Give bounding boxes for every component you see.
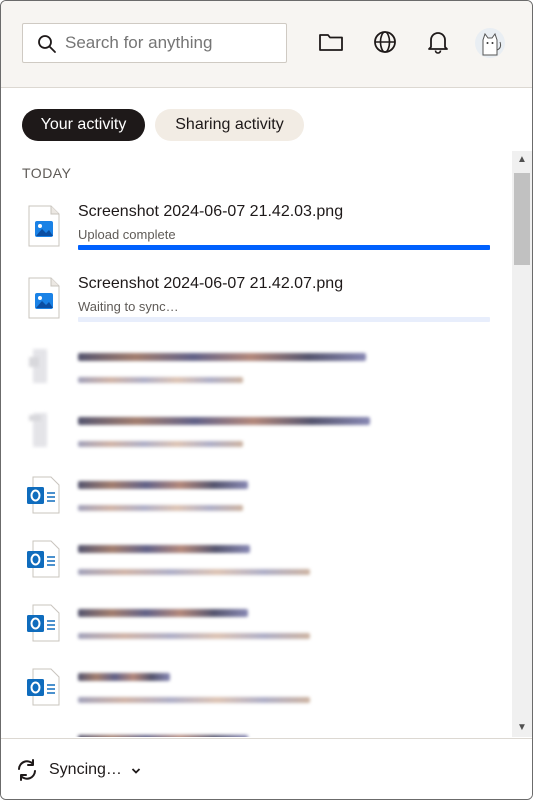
search-box[interactable] — [22, 23, 287, 63]
redacted-file-status — [78, 377, 243, 383]
folder-button[interactable] — [318, 29, 346, 57]
redacted-file-name — [78, 353, 366, 361]
header — [1, 1, 532, 88]
scroll-thumb[interactable] — [514, 173, 530, 265]
redacted-file-name — [78, 735, 248, 737]
list-item[interactable] — [1, 659, 511, 721]
search-icon — [38, 35, 56, 53]
scroll-down-arrow-icon[interactable]: ▼ — [512, 719, 532, 737]
list-item[interactable]: Screenshot 2024-06-07 21.42.07.png Waiti… — [1, 271, 511, 333]
sync-status-button[interactable]: Syncing… — [49, 761, 122, 779]
activity-list: Screenshot 2024-06-07 21.42.03.png Uploa… — [1, 191, 511, 737]
globe-icon — [374, 31, 396, 53]
file-icon — [27, 345, 61, 387]
chevron-down-icon[interactable] — [131, 766, 141, 776]
list-item[interactable] — [1, 595, 511, 657]
image-file-icon — [28, 205, 60, 247]
activity-panel: Your activity Sharing activity TODAY Scr… — [0, 0, 533, 800]
sync-icon — [18, 759, 36, 781]
footer: Syncing… — [1, 738, 532, 799]
tab-your-activity[interactable]: Your activity — [22, 109, 145, 141]
progress-bar — [78, 245, 490, 250]
file-status: Upload complete — [78, 227, 176, 242]
search-input[interactable] — [65, 31, 275, 55]
file-name: Screenshot 2024-06-07 21.42.03.png — [78, 203, 344, 220]
list-item[interactable]: Screenshot 2024-06-07 21.42.03.png Uploa… — [1, 199, 511, 261]
redacted-file-name — [78, 673, 170, 681]
bell-icon — [428, 32, 448, 54]
globe-button[interactable] — [372, 29, 400, 57]
progress-bar — [78, 317, 490, 322]
redacted-file-name — [78, 609, 248, 617]
file-status: Waiting to sync… — [78, 299, 179, 314]
scrollbar[interactable]: ▲ ▼ — [512, 151, 532, 737]
notifications-button[interactable] — [425, 29, 453, 57]
redacted-file-status — [78, 569, 310, 575]
redacted-file-status — [78, 441, 243, 447]
image-file-icon — [28, 277, 60, 319]
tab-sharing-activity[interactable]: Sharing activity — [155, 109, 304, 141]
cat-avatar-icon — [482, 32, 502, 56]
list-item[interactable] — [1, 403, 511, 465]
redacted-file-name — [78, 417, 370, 425]
progress-fill — [78, 245, 490, 250]
list-item[interactable] — [1, 531, 511, 593]
avatar[interactable] — [475, 28, 505, 58]
redacted-file-status — [78, 697, 310, 703]
file-name: Screenshot 2024-06-07 21.42.07.png — [78, 275, 344, 292]
redacted-file-status — [78, 505, 243, 511]
outlook-file-icon — [27, 668, 60, 706]
file-icon — [27, 409, 61, 451]
list-item[interactable] — [1, 339, 511, 401]
outlook-file-icon — [27, 476, 60, 514]
scroll-up-arrow-icon[interactable]: ▲ — [512, 151, 532, 169]
outlook-file-icon — [27, 540, 60, 578]
redacted-file-name — [78, 545, 250, 553]
redacted-file-name — [78, 481, 248, 489]
list-item[interactable] — [1, 467, 511, 529]
list-item[interactable] — [1, 723, 511, 737]
outlook-file-icon — [27, 604, 60, 642]
section-label-today: TODAY — [22, 165, 72, 181]
redacted-file-status — [78, 633, 310, 639]
folder-icon — [319, 34, 343, 51]
